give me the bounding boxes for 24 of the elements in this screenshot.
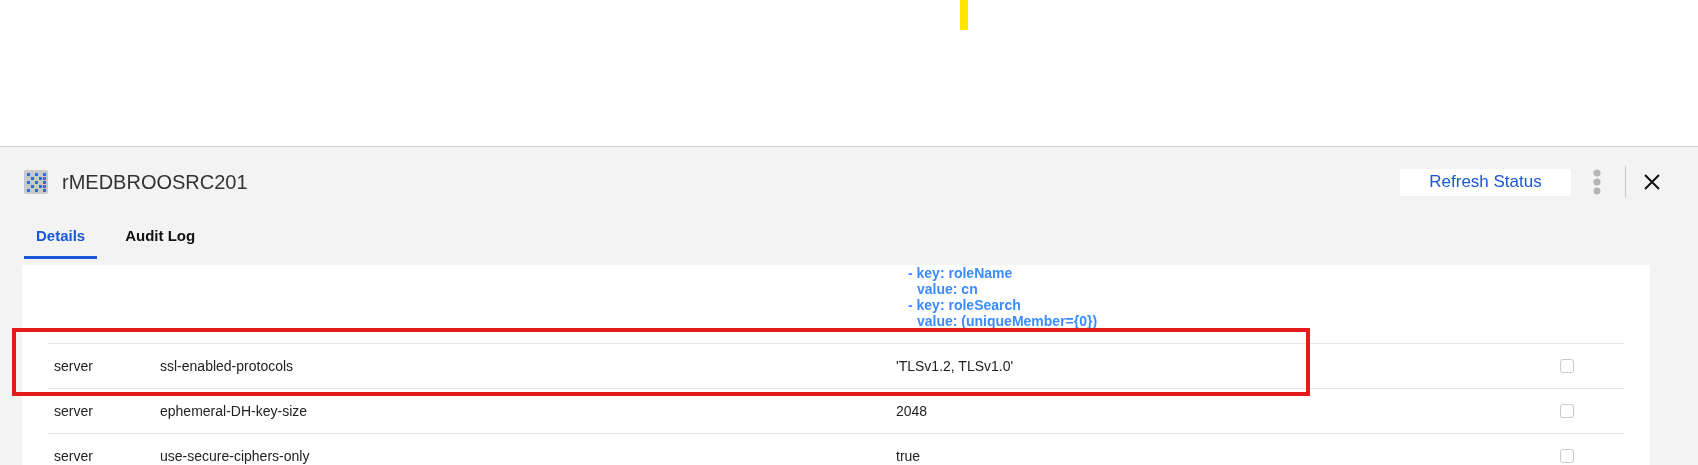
table-cell-text: 'TLSv1.2, TLSv1.0' xyxy=(896,356,1015,376)
table-cell-text: true xyxy=(896,446,922,465)
table-cell-text: use-secure-ciphers-only xyxy=(160,446,311,465)
more-icon[interactable] xyxy=(1593,169,1601,195)
checkbox[interactable] xyxy=(1560,359,1574,373)
checkbox[interactable] xyxy=(1560,449,1574,463)
close-icon[interactable] xyxy=(1644,174,1660,190)
table-cell-text: server xyxy=(53,401,94,421)
grid-icon xyxy=(24,170,48,194)
checkbox[interactable] xyxy=(1560,404,1574,418)
tab[interactable]: Audit Log xyxy=(113,217,208,259)
refresh-status-button[interactable]: Refresh Status xyxy=(1400,168,1571,196)
table-cell-text: ephemeral-DH-key-size xyxy=(160,401,309,421)
code-line: value: cn xyxy=(916,281,979,297)
code-line: value: (uniqueMember={0}) xyxy=(916,313,1099,329)
table-cell-text: server xyxy=(53,356,94,376)
tab[interactable]: Details xyxy=(24,217,98,259)
code-line: - key: roleSearch xyxy=(908,297,1022,313)
table-cell-text: ssl-enabled-protocols xyxy=(160,356,295,376)
table-cell-text: server xyxy=(53,446,94,465)
window-title: rMEDBROOSRC201 xyxy=(62,170,248,195)
table-cell-text: 2048 xyxy=(896,401,929,421)
marker xyxy=(960,0,968,30)
code-line: - key: roleName xyxy=(908,265,1014,281)
